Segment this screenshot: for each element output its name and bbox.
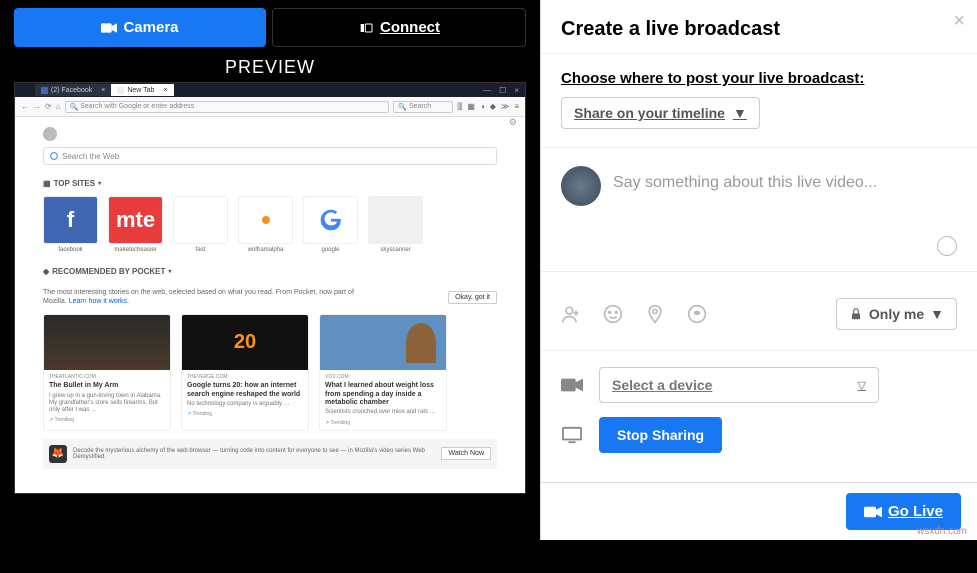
chevron-down-icon: ▽ [858,379,866,392]
window-controls[interactable]: —☐× [483,86,525,95]
firefox-icon: 🦊 [49,445,67,463]
watermark: wsxdn.com [917,526,967,537]
firefox-logo [43,127,57,141]
screen-device-icon [561,426,583,444]
article-image: 20 [182,315,308,370]
choose-where-label: Choose where to post your live broadcast… [561,70,957,87]
forward-icon[interactable]: → [33,102,41,111]
site-tile-google[interactable]: google [303,196,358,253]
search-web-input[interactable]: Search the Web [43,147,497,165]
toolbar-icon[interactable]: ≫ [501,102,509,112]
back-icon[interactable]: ← [21,102,29,111]
stop-sharing-button[interactable]: Stop Sharing [599,417,722,453]
article-card[interactable]: VOX.COMWhat I learned about weight loss … [319,314,447,430]
connect-icon [358,22,374,34]
feeling-icon[interactable] [603,304,623,324]
connect-tab-label: Connect [380,19,440,36]
article-card[interactable]: 20 THEVERGE.COMGoogle turns 20: how an i… [181,314,309,430]
video-device-icon [561,377,583,393]
recommended-text: The most interesting stories on the web,… [43,288,363,306]
toolbar-icon[interactable]: ▦ [467,102,475,112]
chevron-down-icon: ▼ [930,306,944,322]
right-pane: × Create a live broadcast Choose where t… [540,0,977,540]
privacy-dropdown[interactable]: Only me ▼ [836,298,957,330]
preview-browser-window: (2) Facebook× New Tab× —☐× ← → ⟳ ⌂ 🔍 Sea… [14,82,526,494]
site-tile-mte[interactable]: mtemaketecheasier [108,196,163,253]
say-something-input[interactable]: Say something about this live video... [613,166,957,206]
toolbar-icon[interactable]: ◆ [490,102,496,112]
preview-label: PREVIEW [0,57,540,78]
home-icon[interactable]: ⌂ [56,102,61,111]
reload-icon[interactable]: ⟳ [45,102,52,111]
article-card[interactable]: THEATLANTIC.COMThe Bullet in My ArmI gre… [43,314,171,430]
camera-tab[interactable]: Camera [14,8,266,47]
site-tile-skyscanner[interactable]: skyscanner [368,196,423,253]
watch-now-button[interactable]: Watch Now [441,447,491,460]
recommended-header[interactable]: ◆RECOMMENDED BY POCKET▾ [43,267,497,276]
learn-link[interactable]: Learn how it works. [69,298,129,305]
browser-tab-facebook[interactable]: (2) Facebook× [35,84,111,96]
go-live-button[interactable]: Go Live [846,493,961,530]
panel-title: Create a live broadcast [541,0,977,54]
chevron-down-icon: ▼ [733,105,747,121]
lock-icon [849,307,863,321]
emoji-icon[interactable] [937,236,957,256]
donate-icon[interactable] [687,304,707,324]
left-pane: Camera Connect PREVIEW (2) Facebook× New… [0,0,540,540]
tag-people-icon[interactable] [561,304,581,324]
select-device-dropdown[interactable]: Select a device ▽ [599,367,879,403]
camera-icon [101,22,117,34]
google-icon [50,152,58,160]
site-tile-facebook[interactable]: ffacebook [43,196,98,253]
camera-icon [864,505,882,519]
article-image [320,315,446,370]
toolbar-icon[interactable]: ⫿⫿ [457,102,462,112]
menu-icon[interactable]: ≡ [514,102,519,112]
camera-tab-label: Camera [123,19,178,36]
okay-button[interactable]: Okay, got it [448,291,497,304]
toolbar-icon[interactable]: ◑ [480,102,485,112]
search-bar[interactable]: 🔍 Search [393,101,453,113]
url-bar[interactable]: 🔍 Search with Google or enter address [65,101,390,113]
footer-bar [0,540,977,573]
site-tile-wolfram[interactable]: wolframalpha [238,196,293,253]
article-image [44,315,170,370]
connect-tab[interactable]: Connect [272,8,526,47]
location-icon[interactable] [645,304,665,324]
gear-icon[interactable]: ⚙ [509,117,517,128]
share-timeline-dropdown[interactable]: Share on your timeline ▼ [561,97,760,129]
avatar [561,166,601,206]
top-sites-header[interactable]: ▦TOP SITES▾ [43,179,497,188]
close-icon[interactable]: × [953,10,965,33]
site-tile-fast[interactable]: ◗fast [173,196,228,253]
browser-tab-newtab[interactable]: New Tab× [111,84,173,96]
promo-text: Decode the mysterious alchemy of the web… [73,448,435,460]
